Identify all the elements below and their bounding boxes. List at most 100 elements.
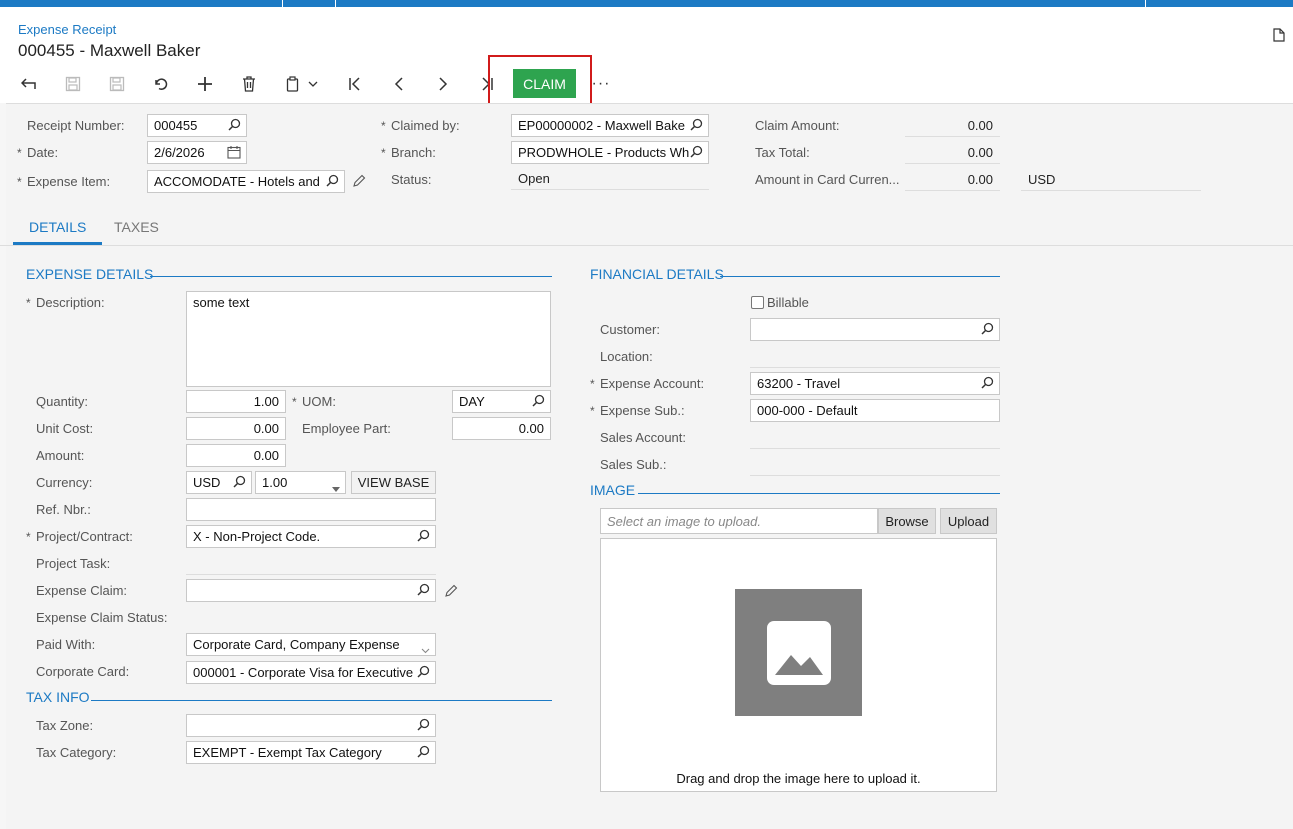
calendar-icon[interactable] — [227, 145, 241, 162]
search-icon[interactable] — [233, 475, 246, 491]
corporate-card-field[interactable]: 000001 - Corporate Visa for Executive — [186, 661, 436, 684]
amount-field[interactable]: 0.00 — [186, 444, 286, 467]
tax-total-label: Tax Total: — [755, 145, 810, 160]
next-record-icon[interactable] — [432, 73, 454, 95]
more-actions-button[interactable]: ··· — [589, 73, 613, 95]
search-icon[interactable] — [228, 118, 241, 134]
receipt-number-value: 000455 — [154, 118, 198, 133]
tab-taxes[interactable]: TAXES — [98, 211, 175, 245]
branch-value: PRODWHOLE - Products Wh — [518, 145, 690, 160]
ref-nbr-field[interactable] — [186, 498, 436, 521]
search-icon[interactable] — [532, 394, 545, 410]
project-contract-label: Project/Contract: — [26, 529, 133, 544]
amount-label: Amount: — [36, 448, 85, 463]
search-icon[interactable] — [417, 745, 430, 761]
previous-record-icon[interactable] — [388, 73, 410, 95]
claimed-by-value: EP00000002 - Maxwell Bake — [518, 118, 685, 133]
tax-zone-field[interactable] — [186, 714, 436, 737]
section-divider — [150, 276, 552, 277]
tax-zone-label: Tax Zone: — [36, 718, 94, 733]
screen-title-link[interactable]: Expense Receipt — [18, 22, 116, 37]
dropdown-arrow-icon[interactable] — [332, 480, 340, 493]
browse-button[interactable]: Browse — [878, 508, 936, 534]
tax-category-field[interactable]: EXEMPT - Exempt Tax Category — [186, 741, 436, 764]
document-icon[interactable] — [1273, 28, 1285, 45]
currency-rate-dropdown[interactable]: 1.00 — [255, 471, 346, 494]
upload-button[interactable]: Upload — [940, 508, 997, 534]
section-divider — [720, 276, 1000, 277]
branch-field[interactable]: PRODWHOLE - Products Wh — [511, 141, 709, 164]
employee-part-field[interactable]: 0.00 — [452, 417, 551, 440]
paid-with-dropdown[interactable]: Corporate Card, Company Expense — [186, 633, 436, 656]
billable-checkbox[interactable] — [751, 296, 764, 309]
search-icon[interactable] — [417, 718, 430, 734]
search-icon[interactable] — [417, 583, 430, 599]
tax-category-value: EXEMPT - Exempt Tax Category — [193, 745, 382, 760]
search-icon[interactable] — [417, 529, 430, 545]
date-label: Date: — [17, 145, 58, 160]
search-icon[interactable] — [690, 118, 703, 134]
search-icon[interactable] — [690, 145, 703, 161]
top-nav-divider — [282, 0, 283, 7]
add-icon[interactable] — [194, 73, 216, 95]
quantity-field[interactable]: 1.00 — [186, 390, 286, 413]
claimed-by-field[interactable]: EP00000002 - Maxwell Bake — [511, 114, 709, 137]
chevron-down-icon[interactable] — [306, 73, 320, 95]
claim-button[interactable]: CLAIM — [513, 69, 576, 98]
customer-field[interactable] — [750, 318, 1000, 341]
drop-instructions: Drag and drop the image here to upload i… — [676, 771, 921, 786]
save-close-icon[interactable] — [106, 73, 128, 95]
financial-details-section-title: FINANCIAL DETAILS — [590, 266, 724, 282]
back-arrow-icon[interactable] — [18, 73, 40, 95]
edit-pencil-icon[interactable] — [352, 174, 366, 191]
tab-divider — [0, 245, 1293, 246]
expense-claim-field[interactable] — [186, 579, 436, 602]
expense-item-label: Expense Item: — [17, 174, 110, 189]
sales-sub-value — [750, 454, 1000, 476]
date-field[interactable]: 2/6/2026 — [147, 141, 247, 164]
copy-paste-icon[interactable] — [282, 73, 304, 95]
image-placeholder-icon — [735, 589, 862, 716]
search-icon[interactable] — [326, 174, 339, 190]
expense-sub-field[interactable]: 000-000 - Default — [750, 399, 1000, 422]
ref-nbr-label: Ref. Nbr.: — [36, 502, 91, 517]
receipt-number-field[interactable]: 000455 — [147, 114, 247, 137]
top-nav-bar — [0, 0, 1293, 7]
claimed-by-label: Claimed by: — [381, 118, 460, 133]
view-base-button[interactable]: VIEW BASE — [351, 471, 436, 494]
billable-label: Billable — [767, 295, 809, 310]
expense-item-field[interactable]: ACCOMODATE - Hotels and — [147, 170, 345, 193]
edit-pencil-icon[interactable] — [444, 584, 458, 601]
image-section-title: IMAGE — [590, 482, 636, 498]
claim-amount-value: 0.00 — [905, 115, 1000, 137]
amount-card-currency-value: 0.00 — [905, 169, 1000, 191]
top-nav-divider — [335, 0, 336, 7]
uom-field[interactable]: DAY — [452, 390, 551, 413]
search-icon[interactable] — [417, 665, 430, 681]
currency-field[interactable]: USD — [186, 471, 252, 494]
first-record-icon[interactable] — [344, 73, 366, 95]
project-contract-field[interactable]: X - Non-Project Code. — [186, 525, 436, 548]
image-file-input[interactable]: Select an image to upload. — [600, 508, 878, 534]
delete-icon[interactable] — [238, 73, 260, 95]
save-icon[interactable] — [62, 73, 84, 95]
chevron-down-icon[interactable] — [421, 642, 430, 655]
expense-sub-label: Expense Sub.: — [590, 403, 685, 418]
tab-details[interactable]: DETAILS — [13, 211, 103, 245]
tax-category-label: Tax Category: — [36, 745, 117, 760]
image-drop-zone[interactable]: Drag and drop the image here to upload i… — [600, 538, 997, 792]
currency-rate-value: 1.00 — [262, 475, 288, 490]
tax-total-value: 0.00 — [905, 142, 1000, 164]
description-textarea[interactable]: some text — [186, 291, 551, 387]
unit-cost-field[interactable]: 0.00 — [186, 417, 286, 440]
expense-account-field[interactable]: 63200 - Travel — [750, 372, 1000, 395]
undo-icon[interactable] — [150, 73, 172, 95]
search-icon[interactable] — [981, 376, 994, 392]
project-task-value — [186, 553, 436, 575]
expense-account-label: Expense Account: — [590, 376, 704, 391]
sales-account-label: Sales Account: — [600, 430, 686, 445]
search-icon[interactable] — [981, 322, 994, 338]
last-record-icon[interactable] — [476, 73, 498, 95]
quantity-label: Quantity: — [36, 394, 89, 409]
status-label: Status: — [391, 172, 432, 187]
